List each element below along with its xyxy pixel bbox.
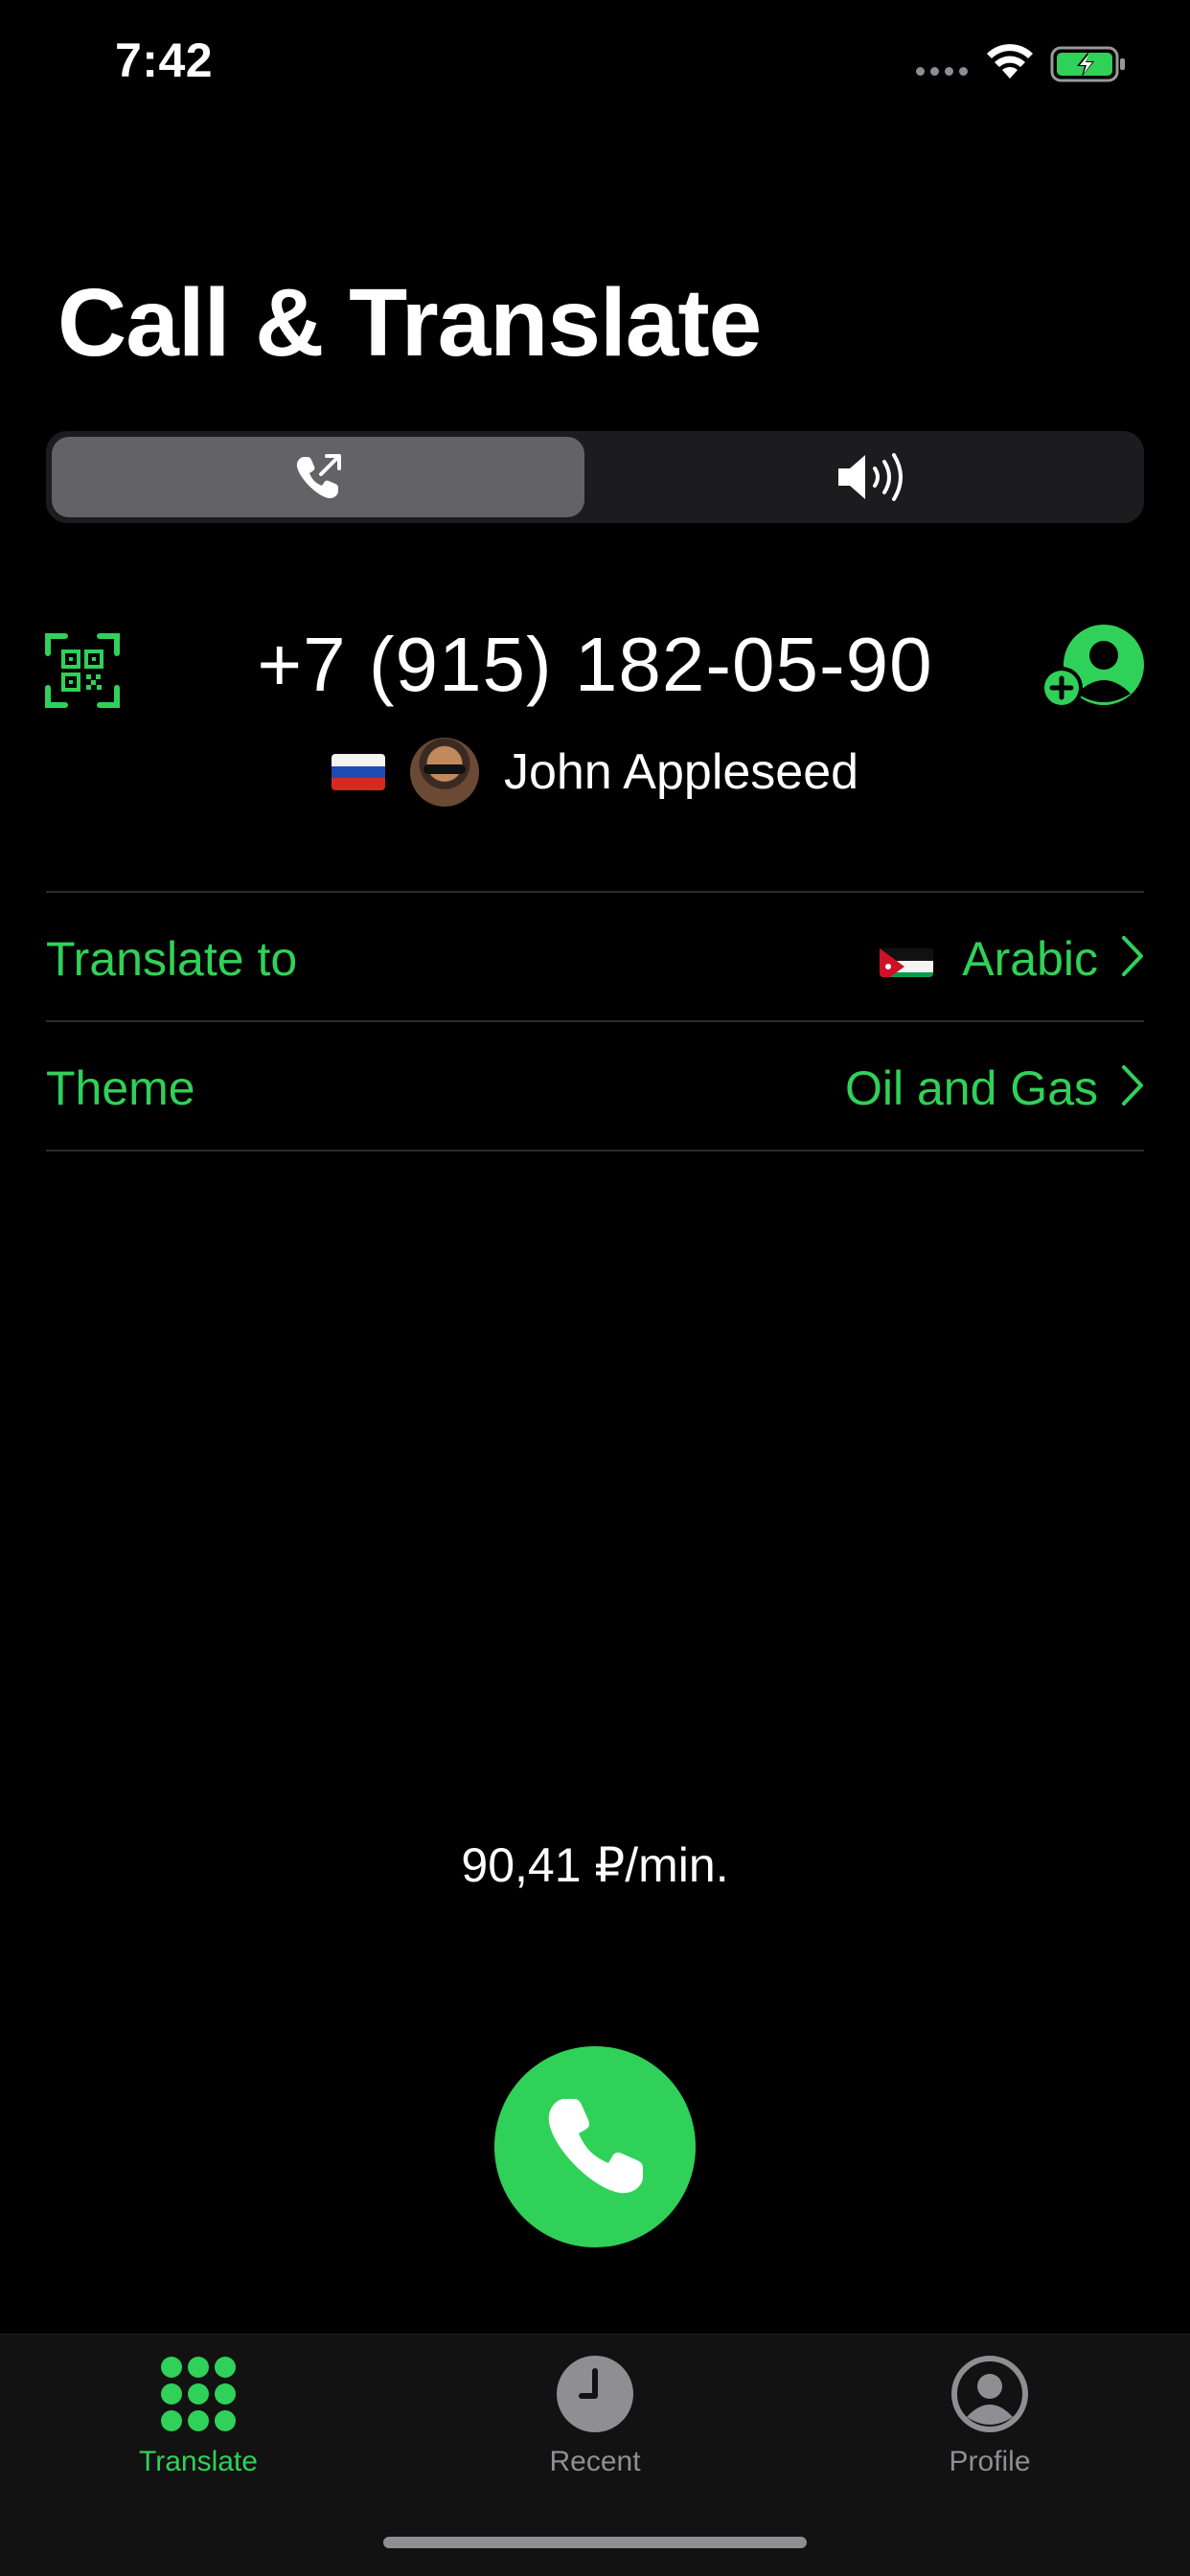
theme-row[interactable]: Theme Oil and Gas [0, 1022, 1190, 1151]
keypad-icon [161, 2357, 236, 2431]
phone-number[interactable]: +7 (915) 182-05-90 [172, 621, 1018, 709]
chevron-right-icon [1122, 936, 1143, 976]
add-contact-icon[interactable] [1042, 625, 1146, 713]
tab-label: Recent [549, 2446, 641, 2477]
tab-profile[interactable]: Profile [875, 2354, 1105, 2478]
speaker-mode-segment[interactable] [606, 437, 1138, 517]
translate-to-value: Arabic [880, 931, 1098, 987]
call-mode-segment[interactable] [52, 437, 584, 517]
tab-label: Translate [139, 2446, 258, 2477]
tab-label: Profile [949, 2446, 1031, 2477]
phone-icon [548, 2099, 643, 2194]
qr-scan-icon[interactable] [44, 632, 121, 709]
contact-line[interactable]: John Appleseed [0, 738, 1190, 807]
page-title: Call & Translate [57, 269, 762, 376]
home-indicator [383, 2537, 807, 2548]
person-circle-icon [951, 2356, 1028, 2432]
tab-translate[interactable]: Translate [83, 2354, 313, 2478]
divider [46, 1150, 1144, 1151]
russia-flag-icon [331, 754, 385, 790]
speaker-icon [838, 453, 903, 501]
contact-name: John Appleseed [503, 744, 859, 800]
battery-charging-icon [1050, 46, 1125, 82]
clock-icon [557, 2356, 633, 2432]
chevron-right-icon [1122, 1065, 1143, 1106]
phone-outgoing-icon [296, 454, 341, 499]
cellular-signal-icon [916, 67, 968, 76]
tab-recent[interactable]: Recent [480, 2354, 710, 2478]
mode-segmented-control [46, 431, 1144, 523]
theme-value: Oil and Gas [844, 1061, 1098, 1115]
status-time: 7:42 [115, 34, 214, 87]
call-button[interactable] [494, 2046, 696, 2247]
translate-to-label: Translate to [46, 932, 298, 986]
translate-to-row[interactable]: Translate to Arabic [0, 893, 1190, 1021]
wifi-icon [987, 44, 1033, 79]
jordan-flag-icon [880, 941, 934, 977]
theme-label: Theme [46, 1061, 195, 1115]
price-per-minute: 90,41 ₽/min. [461, 1838, 729, 1892]
avatar [409, 738, 479, 807]
translate-to-language: Arabic [962, 932, 1098, 986]
